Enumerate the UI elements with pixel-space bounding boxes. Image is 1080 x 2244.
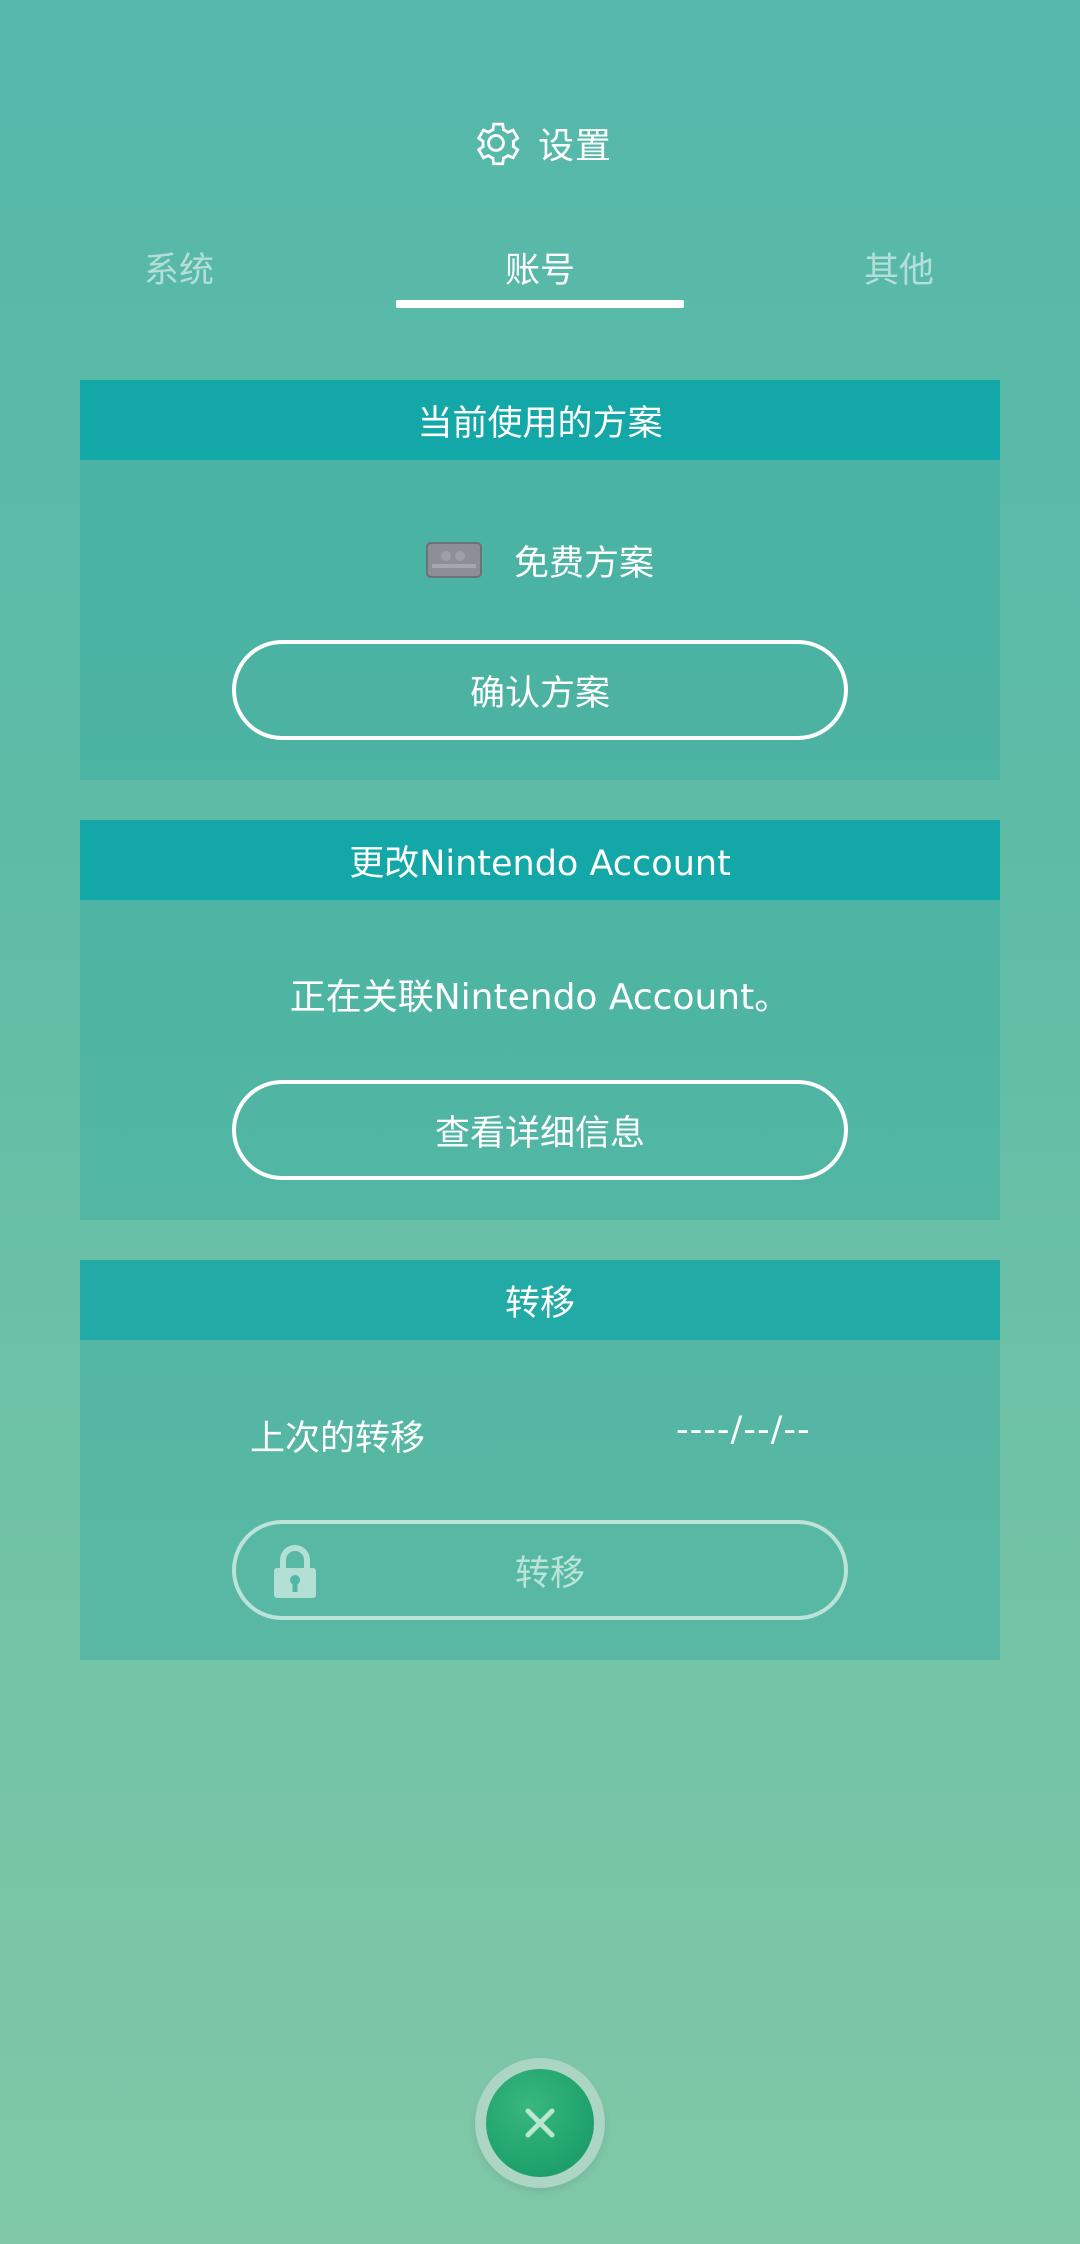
confirm-plan-button[interactable]: 确认方案 xyxy=(232,640,848,740)
plan-row: 免费方案 xyxy=(80,530,1000,590)
transfer-button-label: 转移 xyxy=(514,1553,585,1594)
close-button[interactable] xyxy=(475,2058,605,2188)
plan-name: 免费方案 xyxy=(513,543,654,584)
last-transfer-label: 上次的转移 xyxy=(250,1419,426,1459)
nintendo-account-header: 更改Nintendo Account xyxy=(80,820,1000,900)
lock-icon xyxy=(274,1545,316,1598)
tab-system[interactable]: 系统 xyxy=(34,236,324,312)
tab-bar: 系统 账号 其他 xyxy=(0,236,1080,312)
membership-card-icon xyxy=(425,542,482,578)
tab-other[interactable]: 其他 xyxy=(754,236,1044,312)
account-link-status: 正在关联Nintendo Account。 xyxy=(289,977,791,1018)
gear-icon xyxy=(476,122,520,166)
view-details-button[interactable]: 查看详细信息 xyxy=(232,1080,848,1180)
close-button-face xyxy=(486,2069,594,2177)
transfer-header: 转移 xyxy=(80,1260,1000,1340)
page-header: 设置 xyxy=(0,110,1080,176)
nintendo-account-section: 更改Nintendo Account 正在关联Nintendo Account。… xyxy=(80,820,1000,1220)
page-title: 设置 xyxy=(537,126,612,167)
close-icon xyxy=(525,2108,555,2138)
last-transfer-date: ----/--/-- xyxy=(676,1410,811,1450)
current-plan-section: 当前使用的方案 免费方案 确认方案 xyxy=(80,380,1000,780)
active-tab-indicator xyxy=(396,300,684,308)
current-plan-header: 当前使用的方案 xyxy=(80,380,1000,460)
transfer-section: 转移 上次的转移 ----/--/-- 转移 xyxy=(80,1260,1000,1660)
transfer-button[interactable]: 转移 xyxy=(232,1520,848,1620)
